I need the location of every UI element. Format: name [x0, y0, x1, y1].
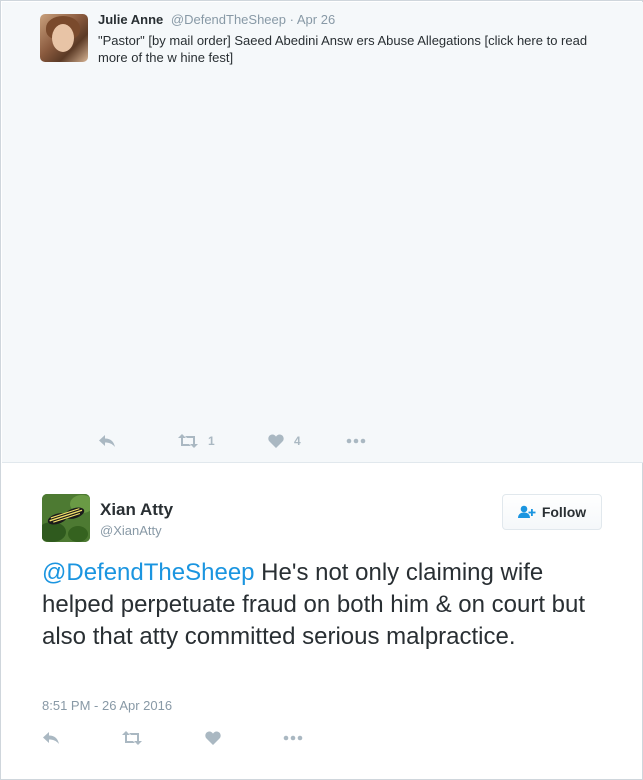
- parent-tweet-header: Julie Anne @DefendTheSheep · Apr 26: [98, 12, 335, 27]
- author-name[interactable]: Xian Atty: [100, 500, 173, 520]
- reply-button[interactable]: [42, 731, 122, 745]
- more-button[interactable]: [283, 735, 303, 741]
- parent-actions: 1 4: [98, 434, 366, 448]
- parent-tweet[interactable]: Julie Anne @DefendTheSheep · Apr 26 "Pas…: [2, 2, 643, 463]
- parent-more-button[interactable]: [346, 438, 366, 444]
- parent-date[interactable]: Apr 26: [297, 12, 335, 27]
- follow-button[interactable]: Follow: [502, 494, 602, 530]
- tweet-timestamp[interactable]: 8:51 PM - 26 Apr 2016: [42, 698, 172, 713]
- tweet-actions: [42, 731, 303, 745]
- mention-link[interactable]: @DefendTheSheep: [42, 559, 255, 586]
- more-icon: [346, 438, 366, 444]
- parent-author-handle[interactable]: @DefendTheSheep: [171, 12, 286, 27]
- add-user-icon: [517, 505, 536, 519]
- follow-button-label: Follow: [541, 504, 587, 520]
- author-avatar[interactable]: [42, 494, 90, 542]
- tweet-text: @DefendTheSheep He's not only claiming w…: [42, 557, 612, 653]
- retweet-button[interactable]: [122, 731, 205, 745]
- reply-icon: [98, 434, 116, 448]
- tweet-embed-frame: Julie Anne @DefendTheSheep · Apr 26 "Pas…: [0, 0, 643, 780]
- retweet-icon: [178, 434, 198, 448]
- parent-tweet-text: "Pastor" [by mail order] Saeed Abedini A…: [98, 33, 588, 65]
- retweet-icon: [122, 731, 142, 745]
- more-icon: [283, 735, 303, 741]
- parent-avatar[interactable]: [40, 14, 88, 62]
- parent-like-count: 4: [294, 434, 301, 448]
- parent-retweet-count: 1: [208, 434, 215, 448]
- parent-retweet-button[interactable]: 1: [178, 434, 268, 448]
- reply-icon: [42, 731, 60, 745]
- parent-author-name[interactable]: Julie Anne: [98, 12, 163, 27]
- author-handle[interactable]: @XianAtty: [100, 523, 162, 538]
- heart-icon: [268, 434, 284, 448]
- parent-like-button[interactable]: 4: [268, 434, 346, 448]
- parent-reply-button[interactable]: [98, 434, 178, 448]
- parent-separator: ·: [289, 12, 294, 27]
- like-button[interactable]: [205, 731, 283, 745]
- heart-icon: [205, 731, 221, 745]
